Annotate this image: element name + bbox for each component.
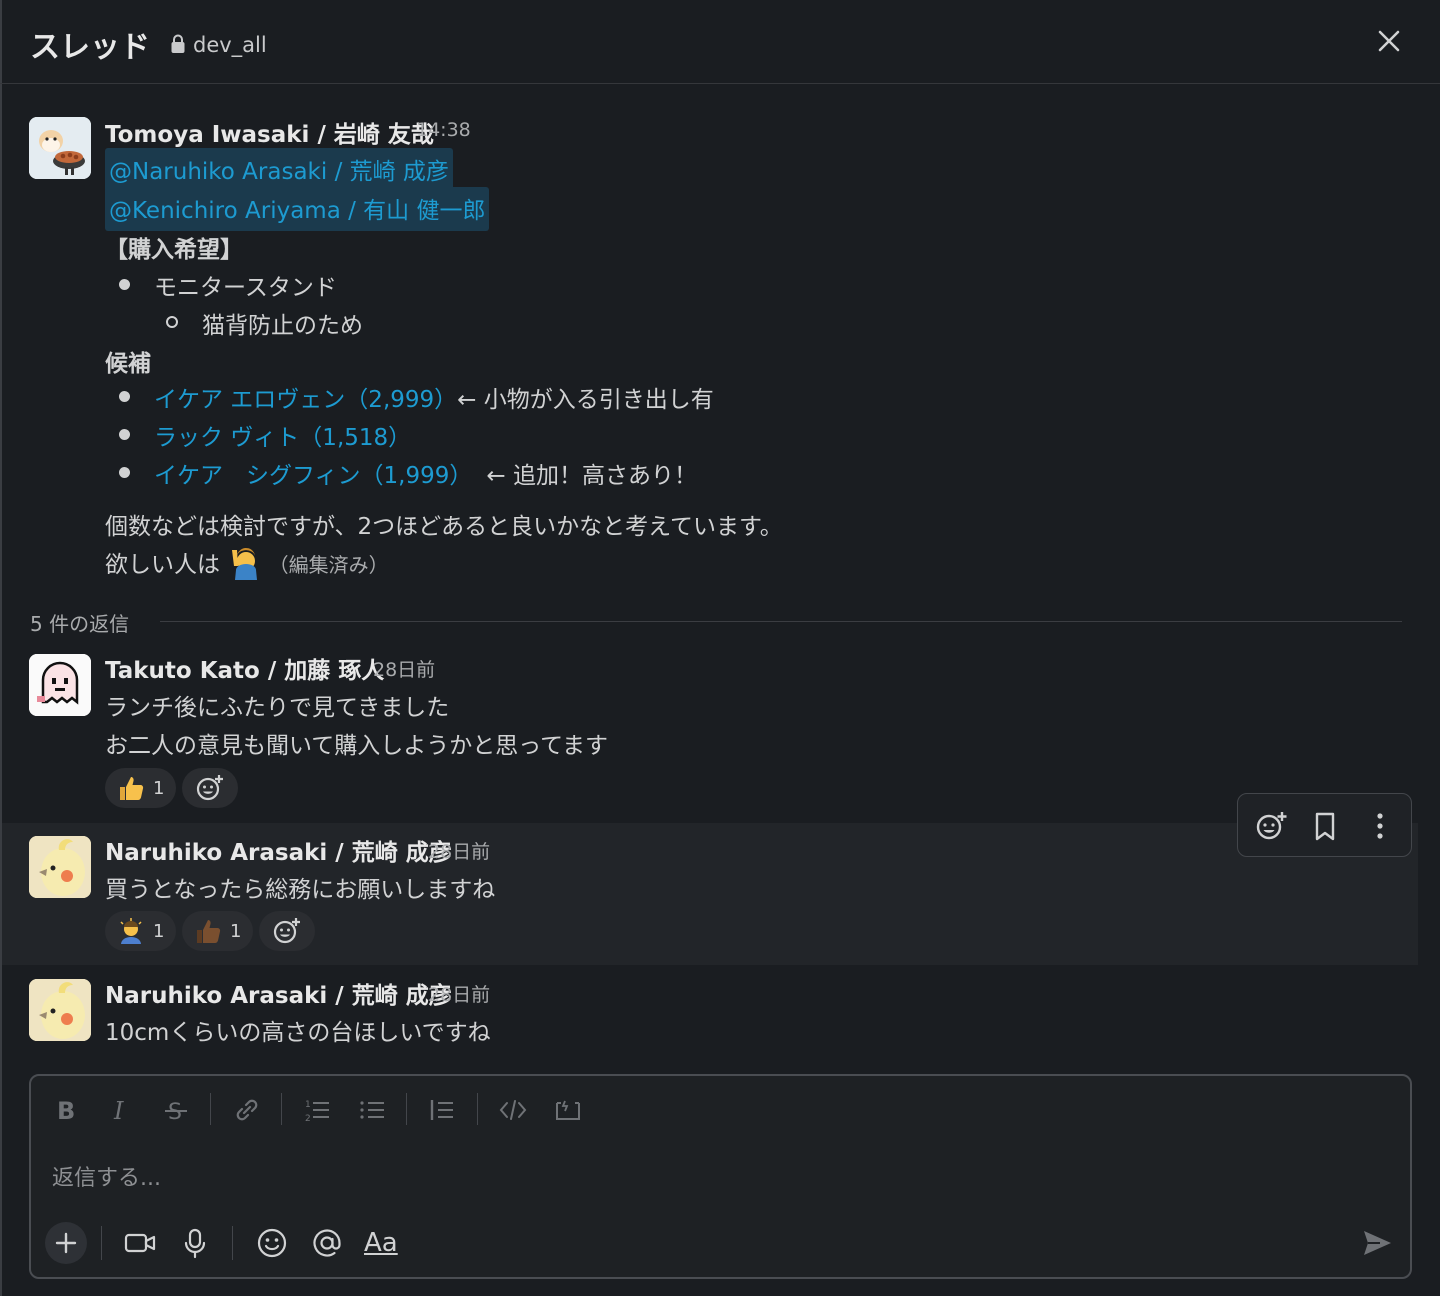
- emoji-icon[interactable]: [253, 1224, 291, 1262]
- candidate-note: ← 小物が入る引き出し有: [457, 387, 714, 413]
- avatar[interactable]: [29, 979, 91, 1041]
- text-formatting-toggle[interactable]: Aa: [364, 1224, 404, 1262]
- reply-input[interactable]: 返信する...: [52, 1160, 161, 1192]
- add-reaction-icon: [196, 775, 223, 801]
- bullet: [119, 279, 130, 290]
- blockquote-icon[interactable]: [425, 1093, 459, 1127]
- bold-icon[interactable]: B: [49, 1093, 83, 1127]
- attach-button[interactable]: [45, 1222, 87, 1264]
- message-heading: 候補: [105, 351, 151, 377]
- message-author[interactable]: Naruhiko Arasaki / 荒崎 成彦: [105, 976, 452, 1010]
- message-text: 欲しい人は （編集済み）: [105, 545, 389, 580]
- reply-count: 5 件の返信: [30, 612, 130, 636]
- mention-icon[interactable]: [308, 1224, 346, 1262]
- divider: [160, 621, 1402, 622]
- toolbar-separator: [101, 1226, 102, 1260]
- toolbar-separator: [281, 1093, 282, 1125]
- reaction-bowing-person[interactable]: 1: [105, 911, 177, 951]
- avatar[interactable]: [29, 654, 91, 716]
- lock-icon: [171, 34, 185, 53]
- bullet: [119, 391, 130, 402]
- add-reaction-button[interactable]: [182, 768, 238, 808]
- add-reaction-icon: [273, 918, 300, 944]
- svg-text:2: 2: [305, 1114, 311, 1124]
- code-block-icon[interactable]: [551, 1093, 585, 1127]
- link-icon[interactable]: [230, 1093, 264, 1127]
- toolbar-separator: [232, 1226, 233, 1260]
- svg-text:B: B: [57, 1097, 75, 1125]
- message-text-part: 欲しい人は: [105, 552, 220, 578]
- cockatiel-avatar-icon: [29, 836, 91, 898]
- svg-text:I: I: [113, 1097, 124, 1125]
- bullet: [166, 316, 178, 328]
- message-heading: 【購入希望】: [105, 237, 243, 263]
- user-mention[interactable]: @Kenichiro Ariyama / 有山 健一郎: [105, 187, 490, 231]
- cockatiel-avatar-icon: [29, 979, 91, 1041]
- toolbar-separator: [406, 1093, 407, 1125]
- raising-hand-emoji-icon: [232, 547, 258, 580]
- message-timestamp[interactable]: 28日前: [428, 837, 490, 864]
- svg-text:S: S: [168, 1100, 182, 1125]
- bullet: [119, 467, 130, 478]
- message-author[interactable]: Naruhiko Arasaki / 荒崎 成彦: [105, 833, 452, 867]
- thread-header: スレッド dev_all: [0, 0, 1440, 84]
- numbered-list-icon[interactable]: 1 2: [300, 1093, 334, 1127]
- thread-title: スレッド: [30, 30, 150, 65]
- strikethrough-icon[interactable]: S: [159, 1093, 193, 1127]
- thumbs-up-emoji-icon: [120, 777, 144, 800]
- message-timestamp[interactable]: 14:38: [416, 119, 471, 141]
- italic-icon[interactable]: I: [104, 1093, 138, 1127]
- message-text: 買うとなったら総務にお願いしますね: [105, 877, 496, 903]
- list-item: イケア エロヴェン（2,999）← 小物が入る引き出し有: [154, 380, 714, 414]
- list-item: モニタースタンド: [154, 275, 337, 301]
- product-link[interactable]: ラック ヴィト（1,518）: [154, 425, 411, 451]
- toolbar-separator: [477, 1093, 478, 1125]
- code-icon[interactable]: [496, 1093, 530, 1127]
- message-text: ランチ後にふたりで見てきました: [105, 695, 450, 721]
- toolbar-separator: [210, 1093, 211, 1125]
- message-author[interactable]: Takuto Kato / 加藤 琢人: [105, 651, 384, 685]
- reaction-thumbs-up[interactable]: 1: [105, 768, 177, 808]
- svg-text:1: 1: [305, 1100, 311, 1110]
- list-item: ラック ヴィト（1,518）: [154, 418, 411, 452]
- bullet: [119, 429, 130, 440]
- list-item: イケア シグフィン（1,999） ← 追加！高さあり！: [154, 456, 697, 490]
- thumbs-up-dark-emoji-icon: [197, 920, 221, 943]
- list-item: 猫背防止のため: [202, 313, 363, 339]
- bulleted-list-icon[interactable]: [355, 1093, 389, 1127]
- close-icon[interactable]: [1374, 26, 1404, 56]
- reaction-count: 1: [230, 920, 242, 942]
- reaction-count: 1: [153, 777, 165, 799]
- message-timestamp[interactable]: 28日前: [428, 980, 490, 1007]
- reaction-thumbs-up-dark[interactable]: 1: [182, 911, 254, 951]
- add-reaction-button[interactable]: [259, 911, 315, 951]
- microphone-icon[interactable]: [176, 1224, 214, 1262]
- reaction-count: 1: [153, 920, 165, 942]
- message-text: お二人の意見も聞いて購入しようかと思ってます: [105, 733, 609, 759]
- add-reaction-icon[interactable]: [1253, 808, 1289, 844]
- candidate-note: ← 追加！高さあり！: [486, 463, 697, 489]
- more-actions-icon[interactable]: [1362, 808, 1398, 844]
- plus-icon: [55, 1232, 77, 1254]
- pixel-ghost-avatar-icon: [29, 654, 91, 716]
- video-icon[interactable]: [121, 1224, 159, 1262]
- avatar[interactable]: [29, 117, 91, 179]
- message-author[interactable]: Tomoya Iwasaki / 岩崎 友哉: [105, 115, 434, 149]
- edited-label: （編集済み）: [268, 553, 389, 577]
- message-actions-toolbar: [1237, 793, 1412, 857]
- message-text: 10cmくらいの高さの台ほしいですね: [105, 1020, 491, 1046]
- bowing-person-emoji-icon: [120, 918, 142, 944]
- message-timestamp[interactable]: 28日前: [373, 655, 435, 682]
- channel-name[interactable]: dev_all: [193, 33, 267, 57]
- avatar[interactable]: [29, 836, 91, 898]
- product-link[interactable]: イケア シグフィン（1,999）: [154, 463, 472, 489]
- message-text: 個数などは検討ですが、2つほどあると良いかなと考えています。: [105, 514, 783, 540]
- hamster-cooking-avatar-icon: [29, 117, 91, 179]
- send-icon[interactable]: [1358, 1224, 1396, 1262]
- product-link[interactable]: イケア エロヴェン（2,999）: [154, 387, 457, 413]
- bookmark-icon[interactable]: [1307, 808, 1343, 844]
- user-mention[interactable]: @Naruhiko Arasaki / 荒崎 成彦: [105, 148, 453, 192]
